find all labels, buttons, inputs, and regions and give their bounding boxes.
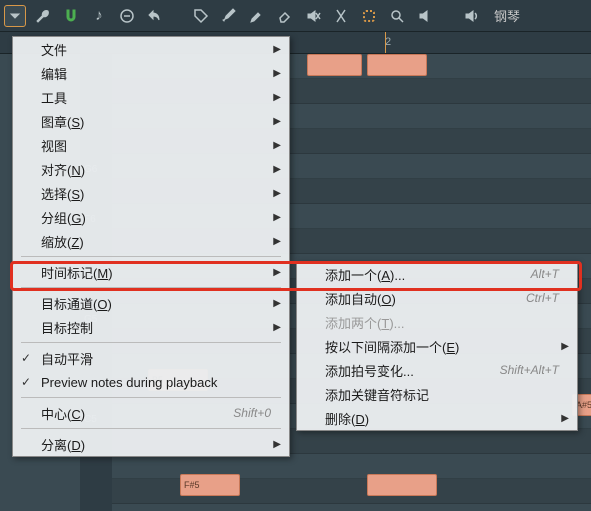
midi-note[interactable] [367,54,427,76]
submenu-add-interval[interactable]: 按以下间隔添加一个(E)▶ [297,334,577,358]
submenu-add-two: 添加两个(T)... [297,310,577,334]
context-menu: 文件▶ 编辑▶ 工具▶ 图章(S)▶ 视图▶ 对齐(N)▶ 选择(S)▶ 分组(… [12,36,290,457]
mute-icon[interactable] [302,5,324,27]
speaker-icon[interactable] [414,5,436,27]
playhead[interactable] [385,32,386,53]
midi-note[interactable] [367,474,437,496]
menu-file[interactable]: 文件▶ [13,37,289,61]
menu-separator [21,287,281,288]
menu-snap[interactable]: 对齐(N)▶ [13,157,289,181]
menu-separator [21,428,281,429]
menu-separator [21,342,281,343]
menu-target-channel[interactable]: 目标通道(O)▶ [13,291,289,315]
submenu-add-one[interactable]: 添加一个(A)...Alt+T [297,262,577,286]
menu-group[interactable]: 分组(G)▶ [13,205,289,229]
cut-icon[interactable] [330,5,352,27]
menu-tools[interactable]: 工具▶ [13,85,289,109]
undo-icon[interactable] [144,5,166,27]
menu-separator [21,256,281,257]
menu-zoom[interactable]: 缩放(Z)▶ [13,229,289,253]
instrument-label[interactable]: 钢琴 [494,6,520,25]
volume-icon[interactable] [460,5,482,27]
menu-dropdown-button[interactable] [4,5,26,27]
submenu-add-auto[interactable]: 添加自动(O)Ctrl+T [297,286,577,310]
eraser-icon[interactable] [274,5,296,27]
submenu-add-keynote[interactable]: 添加关键音符标记 [297,382,577,406]
menu-preview-notes[interactable]: ✓Preview notes during playback [13,370,289,394]
brush-icon[interactable] [218,5,240,27]
menu-separator [21,397,281,398]
note-icon[interactable]: ♪ [88,5,110,27]
menu-view[interactable]: 视图▶ [13,133,289,157]
menu-time-markers[interactable]: 时间标记(M)▶ [13,260,289,284]
tag-icon[interactable] [190,5,212,27]
midi-note[interactable] [307,54,362,76]
toolbar: ♪ 钢琴 [0,0,591,32]
menu-target-control[interactable]: 目标控制▶ [13,315,289,339]
magnet-icon[interactable] [60,5,82,27]
menu-center[interactable]: 中心(C)Shift+0 [13,401,289,425]
paint-icon[interactable] [246,5,268,27]
midi-note[interactable]: F#5 [180,474,240,496]
menu-auto-smooth[interactable]: ✓自动平滑 [13,346,289,370]
menu-edit[interactable]: 编辑▶ [13,61,289,85]
submenu-time-markers: 添加一个(A)...Alt+T 添加自动(O)Ctrl+T 添加两个(T)...… [296,261,578,431]
submenu-add-timesig[interactable]: 添加拍号变化...Shift+Alt+T [297,358,577,382]
menu-stamp[interactable]: 图章(S)▶ [13,109,289,133]
circle-minus-icon[interactable] [116,5,138,27]
zoom-icon[interactable] [386,5,408,27]
menu-detach[interactable]: 分离(D)▶ [13,432,289,456]
menu-select[interactable]: 选择(S)▶ [13,181,289,205]
wrench-icon[interactable] [32,5,54,27]
select-icon[interactable] [358,5,380,27]
submenu-delete[interactable]: 删除(D)▶ [297,406,577,430]
